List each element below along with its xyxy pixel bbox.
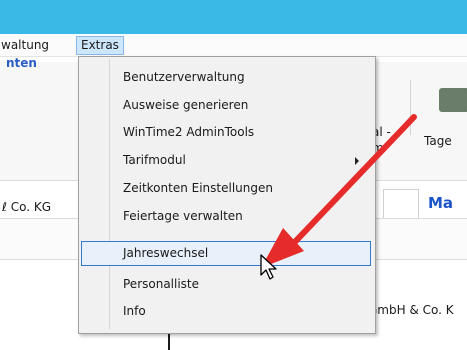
company-name-left: ℓ Co. KG (2, 200, 52, 214)
tab-ma[interactable]: Ma (420, 186, 467, 220)
menu-item-label: Benutzerverwaltung (123, 70, 245, 84)
menu-item-label: Personalliste (123, 277, 200, 291)
sidebar-link[interactable]: nten (6, 56, 37, 70)
extras-dropdown-menu: Benutzerverwaltung Ausweise generieren W… (78, 56, 376, 334)
menu-item-benutzerverwaltung[interactable]: Benutzerverwaltung (81, 65, 371, 90)
menu-item-label: Info (123, 304, 146, 318)
company-name-bottom: GmbH & Co. K (368, 303, 454, 317)
menu-item-jahreswechsel[interactable]: Jahreswechsel (81, 241, 371, 266)
menu-item-wintime2-admintools[interactable]: WinTime2 AdminTools (81, 120, 371, 145)
mouse-pointer-icon (260, 254, 277, 280)
chevron-right-icon (355, 157, 359, 165)
menu-item-label: Ausweise generieren (123, 98, 249, 112)
menu-item-label: WinTime2 AdminTools (123, 125, 255, 139)
menu-item-label: Jahreswechsel (123, 246, 209, 260)
menu-item-info[interactable]: Info (81, 299, 371, 324)
ribbon-separator (410, 80, 411, 135)
window-title-bar (0, 0, 467, 34)
ribbon-tage-label[interactable]: Tage (424, 134, 452, 148)
menu-bar: waltung Extras (0, 34, 467, 57)
menu-item-tarifmodul[interactable]: Tarifmodul (81, 148, 371, 173)
menu-item-zeitkonten-einstellungen[interactable]: Zeitkonten Einstellungen (81, 176, 371, 201)
menu-item-ausweise-generieren[interactable]: Ausweise generieren (81, 93, 371, 118)
menu-item-label: Feiertage verwalten (123, 209, 243, 223)
menu-item-personalliste[interactable]: Personalliste (81, 272, 371, 297)
menu-verwaltung[interactable]: waltung (0, 36, 53, 54)
tab-ma-label: Ma (428, 194, 454, 212)
menu-item-label: Tarifmodul (123, 153, 186, 167)
menu-item-feiertage-verwalten[interactable]: Feiertage verwalten (81, 204, 371, 229)
menu-item-label: Zeitkonten Einstellungen (123, 181, 273, 195)
tage-icon[interactable] (439, 88, 467, 112)
menu-extras[interactable]: Extras (76, 36, 124, 55)
